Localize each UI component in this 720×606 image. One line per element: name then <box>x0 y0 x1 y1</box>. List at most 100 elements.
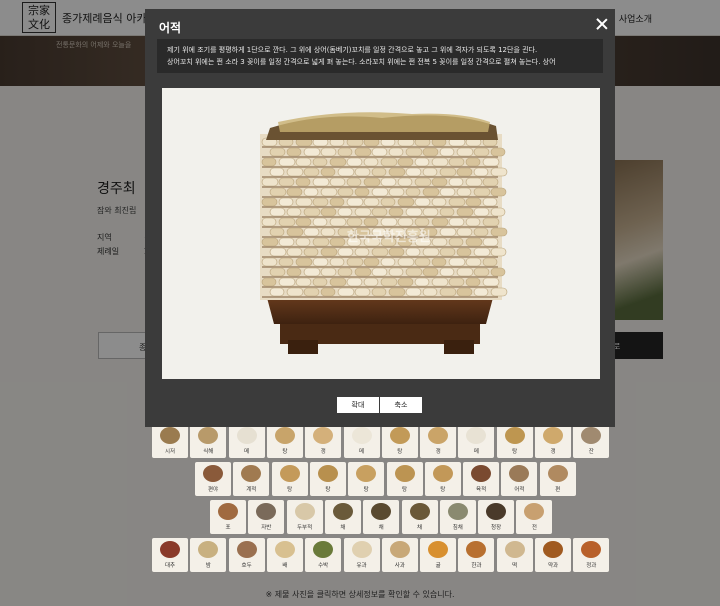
food-image[interactable]: 한국국학진흥원 <box>162 88 600 379</box>
food-item[interactable]: 호두 <box>228 538 265 572</box>
food-thumbnail <box>274 541 295 558</box>
food-item[interactable]: 채 <box>401 500 438 534</box>
stack-piece <box>388 207 404 217</box>
stack-piece <box>303 187 319 197</box>
food-item[interactable]: 자반 <box>248 500 285 534</box>
stack-piece <box>388 147 404 157</box>
food-item[interactable]: 유과 <box>343 538 380 572</box>
food-item[interactable]: 채 <box>363 500 400 534</box>
food-item[interactable]: 어적 <box>501 462 538 496</box>
food-name: 포 <box>225 525 231 531</box>
food-thumbnail <box>160 541 180 558</box>
food-item[interactable]: 편야 <box>195 462 231 496</box>
stack-piece <box>320 187 338 197</box>
stack-piece <box>269 227 285 237</box>
food-thumbnail <box>236 427 257 444</box>
food-thumbnail <box>543 541 563 558</box>
stack-piece <box>465 197 482 207</box>
stack-piece <box>337 147 353 157</box>
food-item[interactable]: 갱 <box>305 424 342 458</box>
food-item[interactable]: 탕 <box>381 424 418 458</box>
stack-piece <box>261 157 277 167</box>
food-name: 갱 <box>320 449 326 455</box>
food-name: 탕 <box>512 449 518 455</box>
stack-piece <box>490 167 508 177</box>
food-item[interactable]: 잔 <box>573 424 610 458</box>
food-thumbnail <box>466 427 487 444</box>
food-item[interactable]: 계적 <box>233 462 270 496</box>
food-item[interactable]: 탕 <box>271 462 308 496</box>
stack-piece <box>295 237 311 247</box>
food-item[interactable]: 전 <box>516 500 553 534</box>
food-item[interactable]: 떡 <box>496 538 533 572</box>
stack-piece <box>269 207 286 217</box>
stack-piece <box>346 217 363 227</box>
stack-piece <box>473 207 490 217</box>
food-item[interactable]: 탕 <box>266 424 303 458</box>
food-item[interactable]: 탕 <box>309 462 346 496</box>
food-item[interactable]: 두부적 <box>286 500 323 534</box>
food-thumbnail <box>160 427 180 444</box>
food-item[interactable]: 채 <box>324 500 361 534</box>
stack-piece <box>397 277 414 287</box>
food-item[interactable]: 갱 <box>420 424 457 458</box>
food-item[interactable]: 육적 <box>463 462 500 496</box>
food-item[interactable]: 귤 <box>420 538 457 572</box>
zoom-in-button[interactable]: 확대 <box>337 397 379 413</box>
stack-piece <box>295 277 312 287</box>
food-item[interactable]: 메 <box>228 424 265 458</box>
zoom-out-button[interactable]: 축소 <box>380 397 422 413</box>
close-icon[interactable] <box>595 17 609 31</box>
food-name: 어적 <box>514 487 525 493</box>
food-item[interactable]: 포 <box>210 500 246 534</box>
food-item[interactable]: 침채 <box>439 500 476 534</box>
stack-piece <box>354 147 372 157</box>
food-thumbnail <box>509 465 530 482</box>
stack-piece <box>261 217 277 227</box>
stack-piece <box>439 187 456 197</box>
food-name: 갱 <box>550 449 556 455</box>
food-item[interactable]: 한과 <box>458 538 495 572</box>
stack-piece <box>312 237 330 247</box>
stack-piece <box>414 277 430 287</box>
food-name: 탕 <box>440 487 446 493</box>
stack-piece <box>286 207 302 217</box>
stack-piece <box>303 227 320 237</box>
food-item[interactable]: 갱 <box>535 424 571 458</box>
stack-piece <box>346 157 363 167</box>
food-item[interactable]: 식해 <box>190 424 227 458</box>
food-item[interactable]: 메 <box>343 424 380 458</box>
food-item[interactable]: 탕 <box>348 462 385 496</box>
stack-piece <box>286 187 303 197</box>
food-item[interactable]: 탕 <box>496 424 533 458</box>
stack-piece <box>405 247 421 257</box>
stack-piece <box>371 247 389 257</box>
food-item[interactable]: 편 <box>539 462 576 496</box>
food-item[interactable]: 사과 <box>381 538 418 572</box>
stack-piece <box>465 157 481 167</box>
food-item[interactable]: 대추 <box>152 538 188 572</box>
zoom-controls: 확대 축소 <box>337 397 422 416</box>
food-item[interactable]: 탕 <box>424 462 461 496</box>
stack-piece <box>482 177 499 187</box>
stack-piece <box>363 217 379 227</box>
food-item[interactable]: 청장 <box>478 500 515 534</box>
food-name: 탕 <box>282 449 288 455</box>
stack-piece <box>337 287 355 297</box>
stack-piece <box>295 197 313 207</box>
food-item[interactable]: 밤 <box>190 538 227 572</box>
food-item[interactable]: 시저 <box>152 424 188 458</box>
food-item[interactable]: 배 <box>266 538 303 572</box>
food-item[interactable]: 메 <box>458 424 495 458</box>
food-item[interactable]: 약과 <box>535 538 571 572</box>
stack-piece <box>422 207 439 217</box>
food-thumbnail <box>428 541 449 558</box>
stack-piece <box>482 237 499 247</box>
stack-piece <box>431 157 449 167</box>
food-item[interactable]: 수박 <box>305 538 342 572</box>
stack-piece <box>303 267 321 277</box>
food-item[interactable]: 정과 <box>573 538 610 572</box>
food-item[interactable]: 탕 <box>386 462 423 496</box>
stack-piece <box>482 197 498 207</box>
stack-gap <box>262 216 498 218</box>
